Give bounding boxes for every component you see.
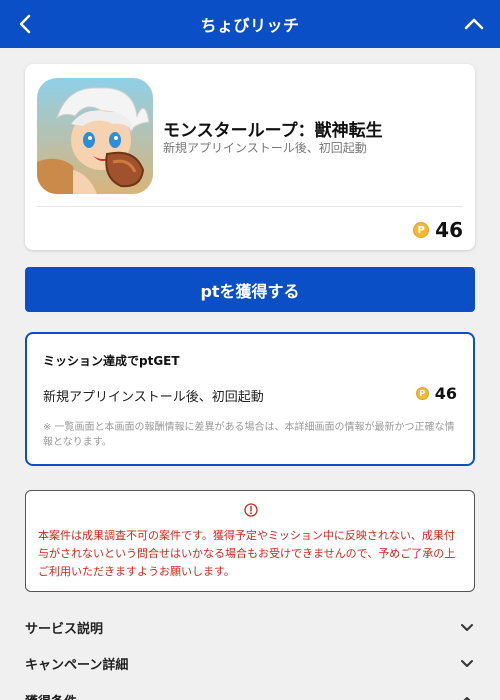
points-value: 46 bbox=[435, 218, 463, 242]
mission-points-value: 46 bbox=[434, 384, 457, 403]
app-card: モンスターループ：獣神転生 新規アプリインストール後、初回起動 P 46 bbox=[25, 64, 475, 250]
chevron-down-icon bbox=[461, 660, 473, 667]
mission-note: ※ 一覧画面と本画面の報酬情報に差異がある場合は、本詳細画面の情報が最新かつ正確… bbox=[43, 422, 455, 448]
chevron-left-icon[interactable] bbox=[14, 12, 38, 36]
app-header: ちょびリッチ bbox=[0, 0, 500, 48]
mission-box: ミッション達成でptGET 新規アプリインストール後、初回起動 P 46 ※ 一… bbox=[25, 332, 475, 466]
info-circle-icon bbox=[244, 503, 258, 517]
section-campaign-details[interactable]: キャンペーン詳細 bbox=[25, 649, 475, 677]
page-title: ちょびリッチ bbox=[200, 16, 300, 35]
point-coin-icon: P bbox=[413, 222, 430, 238]
warning-text: 本案件は成果調査不可の案件です。獲得予定やミッション中に反映されない、成果付与が… bbox=[38, 529, 456, 578]
point-coin-icon: P bbox=[415, 387, 429, 400]
app-name: モンスターループ：獣神転生 bbox=[163, 121, 383, 141]
chevron-up-icon[interactable] bbox=[462, 12, 486, 36]
mission-points: P 46 bbox=[415, 384, 457, 403]
warning-box: 本案件は成果調査不可の案件です。獲得予定やミッション中に反映されない、成果付与が… bbox=[25, 490, 475, 592]
app-icon bbox=[37, 78, 153, 194]
chevron-down-icon bbox=[461, 624, 473, 631]
chevron-up-icon bbox=[463, 697, 471, 700]
section-earning-conditions[interactable]: 獲得条件 bbox=[25, 686, 475, 700]
reward-points: P 46 bbox=[413, 218, 463, 242]
section-label: サービス説明 bbox=[25, 621, 104, 637]
mission-item-label: 新規アプリインストール後、初回起動 bbox=[43, 390, 264, 405]
mission-title: ミッション達成でptGET bbox=[43, 354, 180, 368]
get-points-button[interactable]: ptを獲得する bbox=[25, 267, 475, 312]
section-label: 獲得条件 bbox=[25, 691, 77, 700]
section-service-description[interactable]: サービス説明 bbox=[25, 613, 475, 641]
divider bbox=[37, 206, 463, 207]
app-condition: 新規アプリインストール後、初回起動 bbox=[163, 141, 367, 155]
section-label: キャンペーン詳細 bbox=[25, 657, 129, 673]
